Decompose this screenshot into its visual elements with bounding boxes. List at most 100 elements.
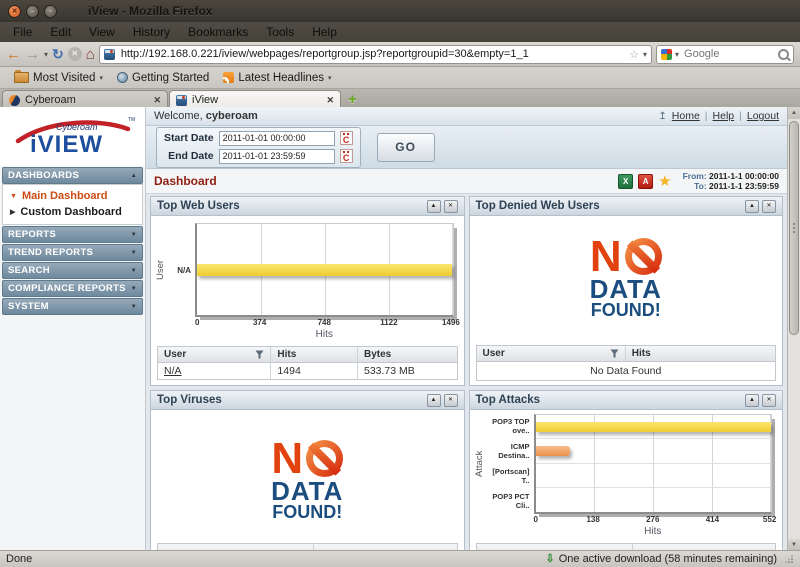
no-data-text: DATA [590,277,662,301]
column-user[interactable]: User [158,347,271,362]
menu-help[interactable]: Help [303,24,346,40]
caret-right-icon: ▶ [10,208,15,216]
sidebar-section-search[interactable]: SEARCH ▼ [2,262,143,279]
panel-close-button[interactable]: ✕ [444,200,458,213]
panel-close-button[interactable]: ✕ [762,394,776,407]
window-maximize-button[interactable]: ▫ [44,5,57,18]
no-data-found-graphic: N DATA FOUND! [590,237,662,320]
home-link[interactable]: Home [672,110,700,122]
tab-strip: Cyberoam ✕ iView ✕ + [0,89,800,109]
column-hits[interactable]: Hits [271,347,358,362]
url-dropdown-icon[interactable]: ▾ [643,50,647,59]
site-favicon [104,49,115,60]
column-bytes[interactable]: Bytes [358,347,457,362]
tab-close-icon[interactable]: ✕ [326,95,334,106]
download-status[interactable]: ⇩ One active download (58 minutes remain… [546,553,795,565]
sidebar-item-main-dashboard[interactable]: ▼ Main Dashboard [3,188,142,204]
bar-row [536,464,772,488]
header-links: ↥ Home | Help | Logout [658,110,779,122]
help-link[interactable]: Help [713,110,735,122]
status-bar: Done ⇩ One active download (58 minutes r… [0,550,800,567]
menu-bookmarks[interactable]: Bookmarks [179,24,257,40]
panel-collapse-button[interactable]: ▲ [745,394,759,407]
bookmark-most-visited[interactable]: Most Visited ▾ [10,72,107,84]
resize-grip[interactable] [785,555,794,564]
export-pdf-icon[interactable]: A [638,174,653,189]
status-text: Done [6,553,32,565]
calendar-icon[interactable]: C [340,149,353,163]
menu-edit[interactable]: Edit [41,24,80,40]
x-tick: 276 [646,515,659,524]
bookmark-star-icon[interactable]: ☆ [629,48,639,61]
end-date-input[interactable] [219,149,335,164]
go-button[interactable]: GO [377,133,435,162]
page-scrollbar[interactable]: ▲ ▼ [787,107,800,551]
panel-close-button[interactable]: ✕ [762,200,776,213]
home-button[interactable]: ⌂ [86,47,95,62]
menu-tools[interactable]: Tools [257,24,303,40]
reload-button[interactable]: ↻ [52,47,64,62]
window-minimize-button[interactable]: – [26,5,39,18]
main-area: Welcome, cyberoam ↥ Home | Help | Logout… [146,107,787,551]
user-link[interactable]: N/A [164,365,182,377]
section-label: TREND REPORTS [8,247,93,258]
panel-body: User N/A [151,216,464,385]
calendar-icon[interactable]: C [340,131,353,145]
start-date-input[interactable] [219,131,335,146]
dashboard-panels: Top Web Users ▲ ✕ User N/A [146,194,787,551]
no-entry-icon [306,440,343,477]
url-input[interactable] [119,47,625,61]
section-label: REPORTS [8,229,56,240]
logout-link[interactable]: Logout [747,110,779,122]
date-range-summary: From: 2011-1-1 00:00:00 To: 2011-1-1 23:… [683,171,779,191]
sidebar-section-dashboards[interactable]: DASHBOARDS ▲ [2,167,143,184]
bookmarks-toolbar: Most Visited ▾ Getting Started Latest He… [0,67,800,89]
chart-bar-na[interactable] [197,264,452,276]
sidebar-section-system[interactable]: SYSTEM ▼ [2,298,143,315]
bookmark-latest-headlines[interactable]: Latest Headlines ▾ [219,72,335,84]
column-hits[interactable]: Hits [626,346,775,361]
scroll-top-icon[interactable]: ↥ [658,111,666,122]
scroll-up-button[interactable]: ▲ [788,107,800,119]
sidebar-section-reports[interactable]: REPORTS ▼ [2,226,143,243]
x-tick: 0 [534,515,538,524]
tab-close-icon[interactable]: ✕ [153,95,161,106]
bar-row [536,488,772,512]
forward-button[interactable]: → [25,47,40,62]
window-close-button[interactable]: ✕ [8,5,21,18]
search-engine-dropdown-icon[interactable]: ▾ [675,50,679,59]
column-user[interactable]: User [477,346,626,361]
panel-collapse-button[interactable]: ▲ [745,200,759,213]
search-bar[interactable]: ▾ [656,45,794,64]
menu-view[interactable]: View [80,24,124,40]
search-icon[interactable] [778,49,789,60]
url-bar[interactable]: ☆ ▾ [99,45,652,64]
sidebar-item-custom-dashboard[interactable]: ▶ Custom Dashboard [3,204,142,220]
panel-close-button[interactable]: ✕ [444,394,458,407]
separator: | [705,110,708,122]
scrollbar-thumb[interactable] [789,121,799,335]
logo-product-text: iVIEW [30,131,103,158]
filter-funnel-icon[interactable] [610,349,619,358]
sidebar-section-compliance-reports[interactable]: COMPLIANCE REPORTS ▼ [2,280,143,297]
window-title: iView - Mozilla Firefox [88,4,212,18]
favorite-star-icon[interactable]: ★ [658,175,671,188]
chart-bar-pop3-top[interactable] [536,422,772,432]
sidebar-section-trend-reports[interactable]: TREND REPORTS ▼ [2,244,143,261]
x-axis-ticks: 0 138 276 414 552 [534,514,773,525]
start-date-label: Start Date [164,132,214,144]
stop-button[interactable]: ✕ [68,47,82,61]
filter-funnel-icon[interactable] [255,350,264,359]
scrollbar-track[interactable] [788,119,800,539]
export-excel-icon[interactable]: X [618,174,633,189]
chart-bar-icmp[interactable] [536,446,570,456]
search-input[interactable] [682,47,775,61]
panel-collapse-button[interactable]: ▲ [427,394,441,407]
menu-history[interactable]: History [124,24,179,40]
history-dropdown-icon[interactable]: ▾ [44,50,48,59]
menu-file[interactable]: File [4,24,41,40]
partial-table-header [157,543,458,550]
panel-collapse-button[interactable]: ▲ [427,200,441,213]
back-button[interactable]: ← [6,47,21,62]
bookmark-getting-started[interactable]: Getting Started [113,72,213,84]
